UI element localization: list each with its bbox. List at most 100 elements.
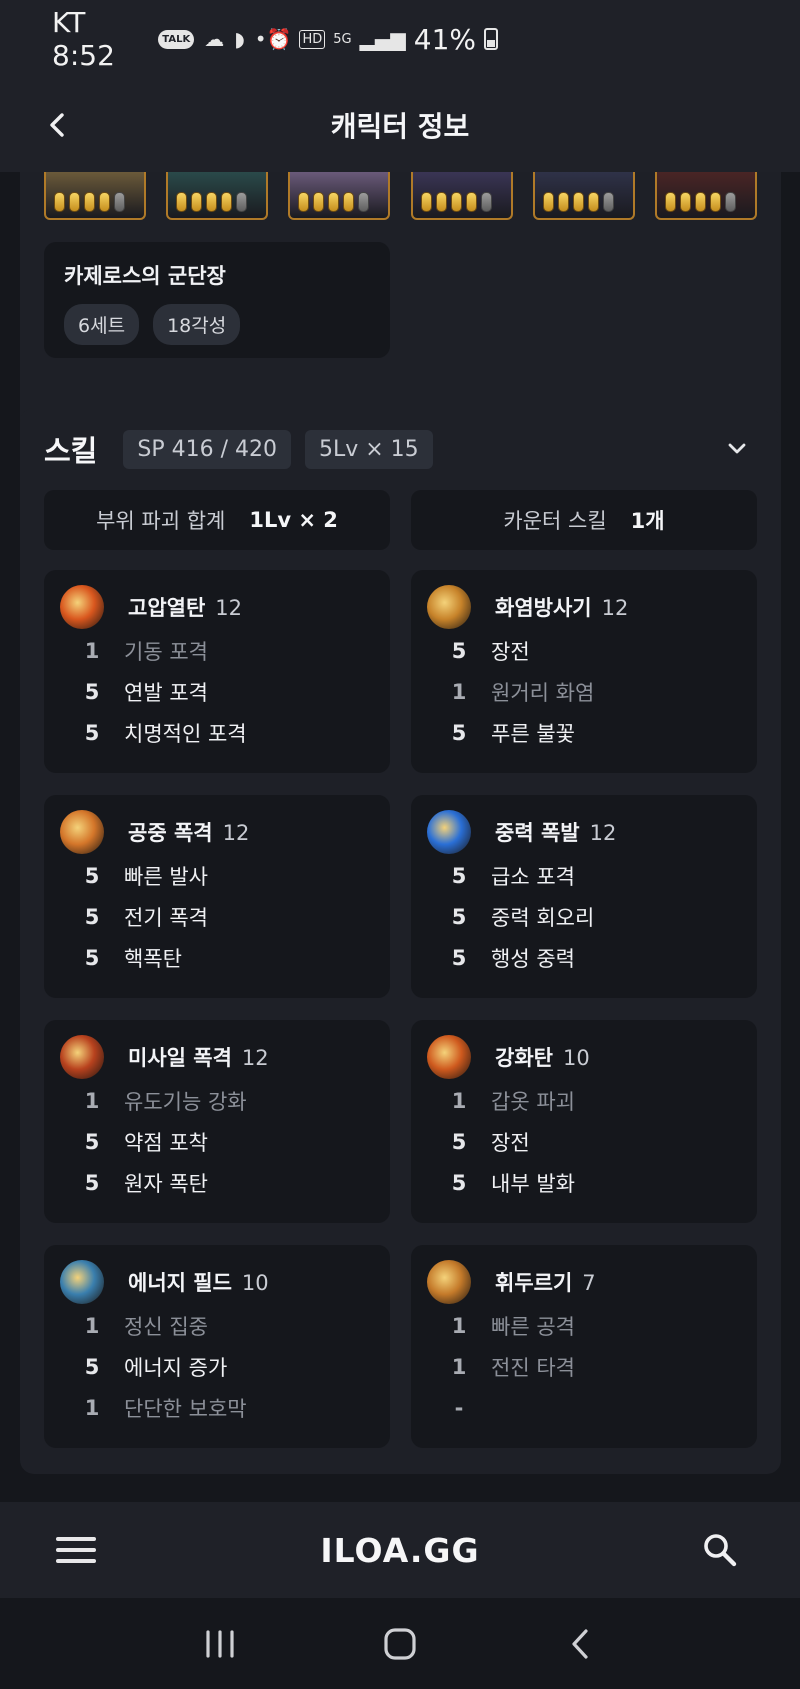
back-arrow-icon [50, 113, 64, 137]
awaken-gem-icon [435, 192, 447, 212]
awaken-gem-icon [84, 192, 95, 212]
system-nav [0, 1598, 800, 1689]
app-header: 캐릭터 정보 [0, 78, 800, 172]
tripod-name: 핵폭탄 [124, 946, 182, 971]
skill-name: 화염방사기 [495, 596, 592, 620]
tripod-row: - [427, 1387, 741, 1428]
skill-header[interactable]: 스킬 SP 416 / 420 5Lv × 15 [44, 428, 757, 470]
tripod-name: 푸른 불꽃 [491, 721, 575, 746]
counter-value: 1개 [630, 509, 665, 533]
tripod-level: 1 [84, 1088, 100, 1113]
tripod-row: 5 장전 [427, 630, 741, 671]
level-summary-badge: 5Lv × 15 [304, 429, 433, 469]
back-button[interactable] [38, 106, 76, 144]
status-time: KT 8:52 [52, 6, 115, 72]
skill-item[interactable]: 휘두르기 7 1 빠른 공격 1 전진 타격 - [411, 1245, 757, 1448]
tripod-name: 원거리 화염 [491, 680, 595, 705]
skill-title: 화염방사기 12 [495, 592, 628, 622]
tripod-name: 중력 회오리 [491, 905, 595, 930]
tripod-row: 5 약점 포착 [60, 1121, 374, 1162]
card-portrait[interactable] [288, 172, 391, 220]
skill-item[interactable]: 화염방사기 12 5 장전 1 원거리 화염 5 푸른 불꽃 [411, 570, 757, 773]
card-portrait[interactable] [532, 172, 635, 220]
card-portrait[interactable] [654, 172, 757, 220]
awaken-gem-icon [694, 192, 706, 212]
skill-name: 공중 폭격 [128, 821, 213, 845]
awaken-gem-icon [420, 192, 432, 212]
search-button[interactable] [700, 1530, 740, 1570]
content-area[interactable]: 카제로스의 군단장 6세트 18각성 스킬 SP 416 / 420 5Lv ×… [0, 172, 800, 1502]
awaken-gem-icon [99, 192, 110, 212]
tripod-level: 5 [451, 1129, 467, 1154]
awaken-gem-icon [236, 192, 248, 212]
home-button[interactable] [380, 1624, 420, 1664]
skill-icon [60, 1260, 104, 1304]
skill-title: 공중 폭격 12 [128, 817, 249, 847]
tripod-level: 5 [451, 638, 467, 663]
awaken-gem-icon [114, 192, 125, 212]
skill-level: 12 [589, 821, 617, 845]
system-back-button[interactable] [560, 1624, 600, 1664]
card-portrait[interactable] [44, 172, 146, 220]
dot-icon: • [254, 27, 267, 51]
skill-icon [427, 810, 471, 854]
part-break-value: 1Lv × 2 [249, 508, 338, 532]
awaken-gem-icon [664, 192, 676, 212]
skill-item-header: 강화탄 10 [427, 1034, 741, 1080]
skill-icon [427, 585, 471, 629]
set-count-badge: 6세트 [64, 304, 140, 345]
chevron-down-icon [728, 443, 746, 454]
back-icon [572, 1628, 588, 1659]
recent-apps-button[interactable] [200, 1624, 240, 1664]
tripod-level: 5 [84, 1170, 100, 1195]
skill-item[interactable]: 공중 폭격 12 5 빠른 발사 5 전기 폭격 5 핵폭탄 [44, 795, 390, 998]
home-icon [384, 1627, 416, 1660]
card-portrait[interactable] [166, 172, 269, 220]
awaken-gem-icon [206, 192, 218, 212]
battery-percent: 41% [413, 22, 476, 56]
skill-item[interactable]: 에너지 필드 10 1 정신 집중 5 에너지 증가 1 단단한 보호막 [44, 1245, 390, 1448]
skill-title: 고압열탄 12 [128, 592, 242, 622]
skill-item[interactable]: 고압열탄 12 1 기동 포격 5 연발 포격 5 치명적인 포격 [44, 570, 390, 773]
bottom-nav: ILOA.GG [0, 1502, 800, 1598]
tripod-row: 1 빠른 공격 [427, 1305, 741, 1346]
tripod-name: 장전 [491, 1130, 530, 1155]
tripod-row: 5 급소 포격 [427, 855, 741, 896]
skill-item-header: 휘두르기 7 [427, 1259, 741, 1305]
awaken-gem-icon [358, 192, 370, 212]
skill-name: 휘두르기 [495, 1271, 573, 1295]
set-title: 카제로스의 군단장 [64, 264, 226, 288]
tripod-level: 1 [451, 1088, 467, 1113]
awaken-gem-icon [191, 192, 203, 212]
chat-icon: ◗ [234, 27, 245, 51]
tripod-level: 1 [84, 1313, 100, 1338]
tripod-level: 5 [451, 1170, 467, 1195]
sp-badge: SP 416 / 420 [123, 429, 291, 469]
skill-title: 중력 폭발 12 [495, 817, 616, 847]
part-break-summary: 부위 파괴 합계 1Lv × 2 [44, 490, 390, 550]
skill-item[interactable]: 강화탄 10 1 갑옷 파괴 5 장전 5 내부 발화 [411, 1020, 757, 1223]
skill-item[interactable]: 중력 폭발 12 5 급소 포격 5 중력 회오리 5 행성 중력 [411, 795, 757, 998]
skill-item[interactable]: 미사일 폭격 12 1 유도기능 강화 5 약점 포착 5 원자 폭탄 [44, 1020, 390, 1223]
tripod-name: 정신 집중 [124, 1314, 208, 1339]
skill-level: 10 [562, 1046, 590, 1070]
tripod-row: 5 행성 중력 [427, 937, 741, 978]
site-logo[interactable]: ILOA.GG [320, 1531, 479, 1570]
awaken-gem-icon [542, 192, 554, 212]
collapse-button[interactable] [717, 429, 757, 469]
awaken-gem-icon [587, 192, 599, 212]
awaken-gem-icon [54, 192, 65, 212]
skill-name: 중력 폭발 [495, 821, 580, 845]
tripod-name: 기동 포격 [124, 639, 208, 664]
tripod-row: 1 단단한 보호막 [60, 1387, 374, 1428]
awaken-gem-icon [298, 192, 310, 212]
skill-level: 12 [241, 1046, 269, 1070]
menu-icon [56, 1548, 96, 1552]
skill-icon [60, 585, 104, 629]
menu-button[interactable] [56, 1530, 96, 1570]
signal-icon: ▂▄▆ [359, 27, 406, 51]
tripod-level: 1 [84, 638, 100, 663]
card-portrait[interactable] [410, 172, 513, 220]
tripod-name: 내부 발화 [491, 1171, 575, 1196]
skill-item-header: 미사일 폭격 12 [60, 1034, 374, 1080]
